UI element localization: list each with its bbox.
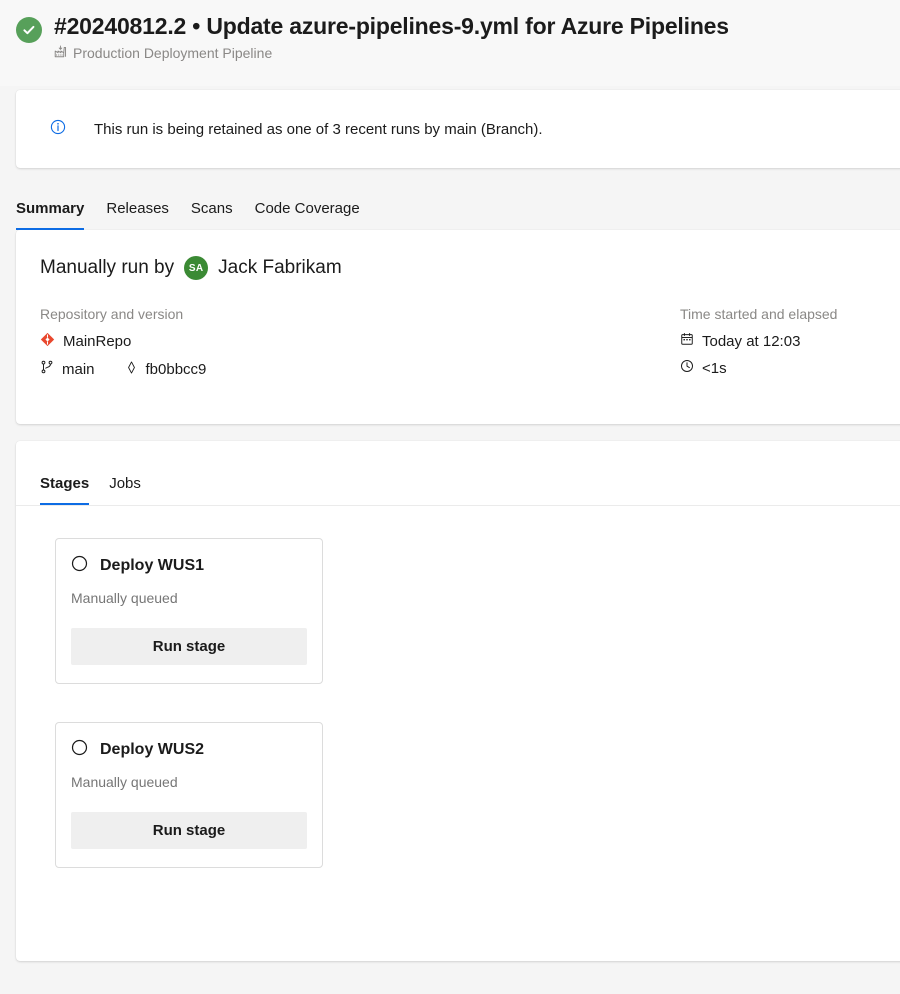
commit-group[interactable]: fb0bbcc9 — [125, 360, 207, 378]
run-by-label: Manually run by — [40, 257, 175, 278]
stage-name: Deploy WUS2 — [100, 741, 205, 758]
time-started-value: Today at 12:03 — [702, 332, 801, 350]
pipeline-name: Production Deployment Pipeline — [73, 44, 273, 61]
branch-commit-row[interactable]: main fb0bbcc9 — [40, 360, 680, 378]
branch-name: main — [62, 360, 95, 378]
page-title: #20240812.2 • Update azure-pipelines-9.y… — [54, 13, 729, 39]
pending-circle-icon — [71, 555, 88, 577]
repository-heading: Repository and version — [40, 306, 184, 322]
branch-group[interactable]: main — [40, 360, 95, 378]
stages-card: Stages Jobs Deploy WUS1 Manually queued … — [16, 441, 900, 961]
run-stage-button[interactable]: Run stage — [71, 812, 307, 849]
tab-summary[interactable]: Summary — [16, 200, 85, 230]
stage-title-row: Deploy WUS1 — [71, 555, 307, 577]
stage-card[interactable]: Deploy WUS2 Manually queued Run stage — [55, 722, 323, 868]
time-section: Time started and elapsed Today at 12:03 — [680, 306, 900, 387]
pipeline-subtitle: Production Deployment Pipeline — [54, 45, 729, 61]
tab-code-coverage[interactable]: Code Coverage — [255, 200, 360, 230]
tab-jobs[interactable]: Jobs — [109, 475, 141, 505]
time-started-row: Today at 12:03 — [680, 332, 900, 350]
avatar: SA — [184, 256, 209, 280]
check-circle-icon — [16, 17, 42, 43]
pending-circle-icon — [71, 739, 88, 761]
stage-status-text: Manually queued — [71, 590, 178, 606]
stages-tab-bar: Stages Jobs — [16, 441, 900, 506]
commit-hash: fb0bbcc9 — [145, 360, 207, 378]
calendar-icon — [680, 332, 694, 350]
clock-icon — [680, 359, 694, 377]
tab-scans[interactable]: Scans — [191, 200, 233, 230]
stage-name: Deploy WUS1 — [100, 557, 205, 574]
time-elapsed-row: <1s — [680, 359, 900, 377]
stage-card[interactable]: Deploy WUS1 Manually queued Run stage — [55, 538, 323, 684]
retention-message: This run is being retained as one of 3 r… — [94, 120, 543, 138]
repository-name: MainRepo — [63, 333, 132, 350]
page-header: #20240812.2 • Update azure-pipelines-9.y… — [0, 0, 900, 86]
stage-title-row: Deploy WUS2 — [71, 739, 307, 761]
repository-row[interactable]: MainRepo — [40, 332, 680, 351]
run-detail-columns: Repository and version MainRepo main fb0… — [40, 306, 900, 387]
run-by-line: Manually run by SA Jack Fabrikam — [40, 256, 900, 280]
branch-icon — [40, 360, 54, 378]
stage-status-text: Manually queued — [71, 774, 178, 790]
user-name[interactable]: Jack Fabrikam — [218, 257, 342, 279]
retention-banner: This run is being retained as one of 3 r… — [16, 90, 900, 168]
tab-stages[interactable]: Stages — [40, 475, 90, 505]
header-text: #20240812.2 • Update azure-pipelines-9.y… — [54, 12, 729, 61]
header-row: #20240812.2 • Update azure-pipelines-9.y… — [16, 12, 900, 61]
repository-section: Repository and version MainRepo main fb0… — [40, 306, 680, 387]
info-circle-icon — [50, 119, 66, 140]
stage-list: Deploy WUS1 Manually queued Run stage De… — [16, 506, 900, 868]
main-tab-bar: Summary Releases Scans Code Coverage — [0, 168, 900, 230]
run-stage-button[interactable]: Run stage — [71, 628, 307, 665]
time-elapsed-value: <1s — [702, 359, 727, 377]
pipeline-factory-icon — [54, 45, 67, 61]
tab-releases[interactable]: Releases — [106, 200, 169, 230]
run-summary-card: Manually run by SA Jack Fabrikam Reposit… — [16, 230, 900, 424]
git-repository-icon — [40, 332, 55, 351]
time-heading: Time started and elapsed — [680, 306, 838, 322]
commit-icon — [125, 361, 138, 378]
